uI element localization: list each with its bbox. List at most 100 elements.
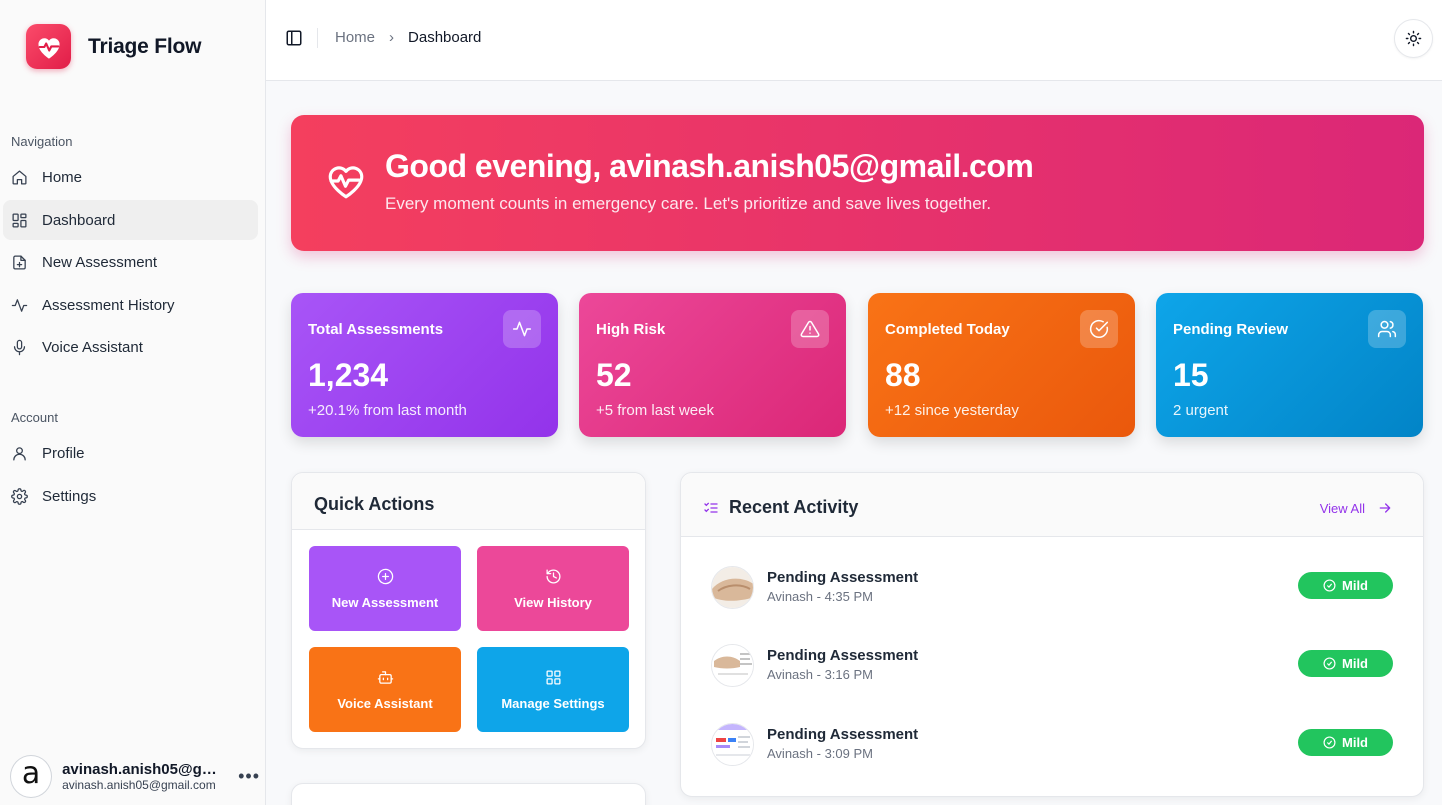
sun-icon [1405, 30, 1422, 47]
activity-meta: Avinash - 3:09 PM [767, 746, 873, 761]
assessment-thumbnail [711, 566, 754, 609]
grid-icon [545, 669, 561, 685]
user-name: avinash.anish05@gmail.com [62, 760, 222, 778]
bot-icon [377, 670, 393, 684]
breadcrumb-current: Dashboard [408, 29, 482, 46]
stat-card-total-assessments[interactable]: Total Assessments 1,234 +20.1% from last… [291, 293, 558, 437]
brand[interactable]: Triage Flow [26, 24, 202, 69]
activity-row[interactable]: Pending Assessment Avinash - 3:09 PM Mil… [711, 723, 1393, 767]
account-label: Account [11, 410, 58, 425]
users-icon [1368, 310, 1406, 348]
heart-pulse-icon [328, 166, 364, 199]
check-circle-icon [1323, 736, 1336, 749]
check-circle-icon [1080, 310, 1118, 348]
badge-label: Mild [1342, 735, 1368, 750]
new-assessment-button[interactable]: New Assessment [309, 546, 461, 631]
button-label: Manage Settings [501, 695, 605, 711]
sidebar-item-new-assessment[interactable]: New Assessment [3, 242, 258, 282]
sidebar-item-profile[interactable]: Profile [3, 433, 258, 473]
button-label: View History [514, 594, 592, 610]
quick-actions-panel: Quick Actions New Assessment View Histor… [291, 472, 646, 749]
stat-card-completed-today[interactable]: Completed Today 88 +12 since yesterday [868, 293, 1135, 437]
sidebar: Triage Flow Navigation Home Dashboard Ne… [0, 0, 266, 805]
breadcrumb-home[interactable]: Home [335, 29, 375, 46]
stat-value: 1,234 [308, 357, 389, 393]
stat-label: Total Assessments [308, 321, 444, 338]
welcome-banner: Good evening, avinash.anish05@gmail.com … [291, 115, 1424, 251]
sidebar-item-home[interactable]: Home [3, 157, 258, 197]
quick-actions-title: Quick Actions [292, 473, 645, 530]
stat-label: Pending Review [1173, 321, 1289, 338]
sidebar-item-label: Voice Assistant [42, 338, 143, 356]
stat-label: High Risk [596, 321, 666, 338]
topbar: Home › Dashboard [266, 0, 1442, 81]
activity-title: Pending Assessment [767, 647, 919, 664]
view-all-label: View All [1319, 500, 1365, 516]
activity-icon [11, 298, 28, 312]
severity-badge: Mild [1298, 572, 1393, 599]
activity-title: Pending Assessment [767, 726, 919, 743]
voice-assistant-button[interactable]: Voice Assistant [309, 647, 461, 732]
stat-card-high-risk[interactable]: High Risk 52 +5 from last week [579, 293, 846, 437]
check-circle-icon [1323, 579, 1336, 592]
history-icon [545, 568, 561, 584]
user-icon [13, 446, 26, 461]
navigation-label: Navigation [11, 134, 73, 149]
check-circle-icon [1323, 657, 1336, 670]
activity-row[interactable]: Pending Assessment Avinash - 3:16 PM Mil… [711, 644, 1393, 688]
plus-circle-icon [377, 568, 393, 584]
welcome-title: Good evening, avinash.anish05@gmail.com [385, 148, 1034, 184]
alert-triangle-icon [791, 310, 829, 348]
sidebar-item-label: Home [42, 168, 83, 186]
activity-row[interactable]: Pending Assessment Avinash - 4:35 PM Mil… [711, 566, 1393, 610]
more-horizontal-icon[interactable]: ••• [238, 766, 260, 787]
welcome-subtitle: Every moment counts in emergency care. L… [385, 194, 992, 213]
sidebar-item-dashboard[interactable]: Dashboard [3, 200, 258, 240]
sidebar-item-label: Dashboard [42, 211, 116, 229]
button-label: Voice Assistant [337, 695, 433, 711]
lower-panel [291, 783, 646, 805]
breadcrumb: Home › Dashboard [335, 29, 481, 46]
stat-value: 88 [885, 357, 921, 393]
divider [317, 28, 318, 48]
severity-badge: Mild [1298, 729, 1393, 756]
button-label: New Assessment [331, 594, 439, 610]
stat-change: +5 from last week [596, 402, 714, 419]
sidebar-item-voice-assistant[interactable]: Voice Assistant [3, 327, 258, 367]
severity-badge: Mild [1298, 650, 1393, 677]
home-icon [12, 169, 27, 185]
badge-label: Mild [1342, 578, 1368, 593]
sidebar-toggle-icon[interactable] [285, 29, 303, 47]
stat-value: 15 [1173, 357, 1209, 393]
activity-meta: Avinash - 4:35 PM [767, 589, 873, 604]
view-all-link[interactable]: View All [1320, 500, 1393, 516]
sidebar-item-assessment-history[interactable]: Assessment History [3, 285, 258, 325]
stat-value: 52 [596, 357, 632, 393]
sidebar-item-label: New Assessment [42, 253, 158, 271]
stat-change: +20.1% from last month [308, 402, 467, 419]
stat-change: +12 since yesterday [885, 402, 1019, 419]
activity-meta: Avinash - 3:16 PM [767, 667, 873, 682]
stat-card-pending-review[interactable]: Pending Review 15 2 urgent [1156, 293, 1423, 437]
avatar: a [10, 754, 53, 798]
sidebar-item-label: Settings [42, 487, 97, 505]
list-checks-icon [704, 502, 718, 513]
badge-label: Mild [1342, 656, 1368, 671]
view-history-button[interactable]: View History [477, 546, 629, 631]
gear-icon [11, 487, 28, 505]
theme-toggle-button[interactable] [1394, 19, 1433, 58]
assessment-thumbnail [711, 644, 754, 687]
app-name: Triage Flow [88, 34, 202, 58]
activity-title: Pending Assessment [767, 569, 919, 586]
chevron-right-icon: › [389, 29, 395, 46]
recent-activity-panel: Recent Activity View All Pending Assessm… [680, 472, 1424, 797]
dashboard-icon [12, 212, 27, 228]
user-menu[interactable]: a avinash.anish05@gmail.com avinash.anis… [10, 753, 260, 799]
sidebar-item-settings[interactable]: Settings [3, 476, 258, 516]
manage-settings-button[interactable]: Manage Settings [477, 647, 629, 732]
file-plus-icon [13, 254, 26, 270]
mic-icon [13, 339, 26, 355]
assessment-thumbnail [711, 723, 754, 766]
stat-change: 2 urgent [1173, 402, 1229, 419]
heart-pulse-icon [26, 24, 71, 69]
